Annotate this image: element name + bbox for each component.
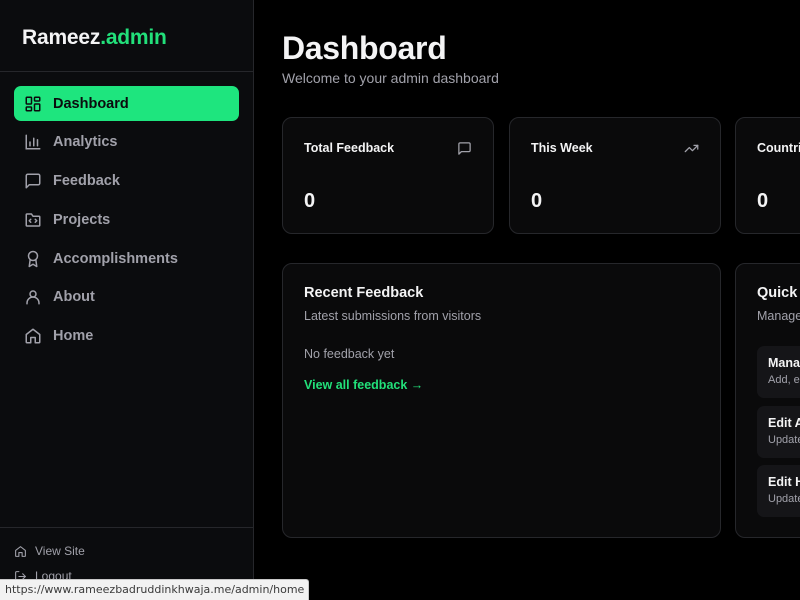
quick-action-edit-about[interactable]: Edit A Update bbox=[757, 406, 800, 458]
stat-label: Countrie bbox=[757, 141, 800, 155]
sidebar-item-label: Home bbox=[53, 328, 94, 345]
user-icon bbox=[26, 290, 40, 305]
quick-action-manage[interactable]: Manag Add, ed bbox=[757, 346, 800, 398]
sidebar-item-dashboard[interactable]: Dashboard bbox=[14, 86, 239, 121]
sidebar-item-label: Feedback bbox=[53, 173, 120, 190]
sidebar-item-home[interactable]: Home bbox=[14, 319, 239, 354]
sidebar-nav: Dashboard Analytics Feedback Projects Ac… bbox=[0, 72, 253, 354]
brand-accent: .admin bbox=[100, 26, 167, 49]
sidebar-item-label: About bbox=[53, 289, 95, 306]
stat-label: This Week bbox=[531, 141, 593, 155]
sidebar-item-label: Analytics bbox=[53, 134, 118, 151]
stat-value: 0 bbox=[304, 190, 316, 212]
message-square-icon bbox=[458, 142, 471, 155]
stat-value: 0 bbox=[531, 190, 543, 212]
brand-logo[interactable]: Rameez.admin bbox=[0, 0, 253, 72]
trending-up-icon bbox=[684, 144, 699, 153]
stat-card-this-week: This Week 0 bbox=[509, 117, 721, 234]
quick-action-desc: Add, ed bbox=[768, 374, 800, 386]
view-site-link[interactable]: View Site bbox=[14, 543, 253, 559]
quick-action-desc: Update bbox=[768, 493, 800, 505]
stat-value: 0 bbox=[757, 190, 769, 212]
main-content: Dashboard Welcome to your admin dashboar… bbox=[254, 0, 800, 600]
sidebar: Rameez.admin Dashboard Analytics Feedbac… bbox=[0, 0, 254, 600]
section-title: Quick A bbox=[757, 285, 800, 301]
quick-actions-card: Quick A Manage Manag Add, ed Edit A Upda… bbox=[735, 263, 800, 538]
sidebar-item-feedback[interactable]: Feedback bbox=[14, 164, 239, 199]
recent-feedback-card: Recent Feedback Latest submissions from … bbox=[282, 263, 721, 538]
home-icon bbox=[15, 545, 26, 557]
sidebar-item-accomplishments[interactable]: Accomplishments bbox=[14, 241, 239, 276]
sidebar-item-about[interactable]: About bbox=[14, 280, 239, 315]
empty-state: No feedback yet bbox=[304, 347, 395, 361]
quick-action-title: Manag bbox=[768, 356, 800, 370]
award-icon bbox=[27, 250, 39, 267]
page-subtitle: Welcome to your admin dashboard bbox=[282, 70, 499, 86]
message-square-icon bbox=[25, 173, 41, 189]
sidebar-item-label: Projects bbox=[53, 211, 111, 228]
stat-label: Total Feedback bbox=[304, 141, 395, 155]
view-site-label: View Site bbox=[35, 544, 85, 558]
stat-card-total-feedback: Total Feedback 0 bbox=[282, 117, 494, 234]
sidebar-item-label: Accomplishments bbox=[53, 250, 178, 267]
layout-grid-icon bbox=[25, 96, 41, 111]
sidebar-item-analytics[interactable]: Analytics bbox=[14, 125, 239, 160]
folder-code-icon bbox=[25, 213, 41, 227]
quick-action-edit-home[interactable]: Edit H Update bbox=[757, 465, 800, 517]
home-icon bbox=[25, 328, 41, 344]
brand-name: Rameez bbox=[22, 26, 101, 49]
sidebar-item-projects[interactable]: Projects bbox=[14, 202, 239, 237]
quick-action-title: Edit H bbox=[768, 475, 800, 489]
quick-action-desc: Update bbox=[768, 434, 800, 446]
quick-action-title: Edit A bbox=[768, 416, 800, 430]
sidebar-item-label: Dashboard bbox=[53, 95, 129, 112]
stat-card-countries: Countrie 0 bbox=[735, 117, 800, 234]
bar-chart-icon bbox=[25, 134, 41, 150]
page-title: Dashboard bbox=[282, 30, 447, 66]
section-subtitle: Latest submissions from visitors bbox=[304, 309, 482, 323]
section-title: Recent Feedback bbox=[304, 285, 424, 301]
view-all-feedback-link[interactable]: View all feedback → bbox=[304, 378, 423, 392]
browser-status-url: https://www.rameezbadruddinkhwaja.me/adm… bbox=[0, 579, 310, 600]
section-subtitle: Manage bbox=[757, 309, 800, 323]
